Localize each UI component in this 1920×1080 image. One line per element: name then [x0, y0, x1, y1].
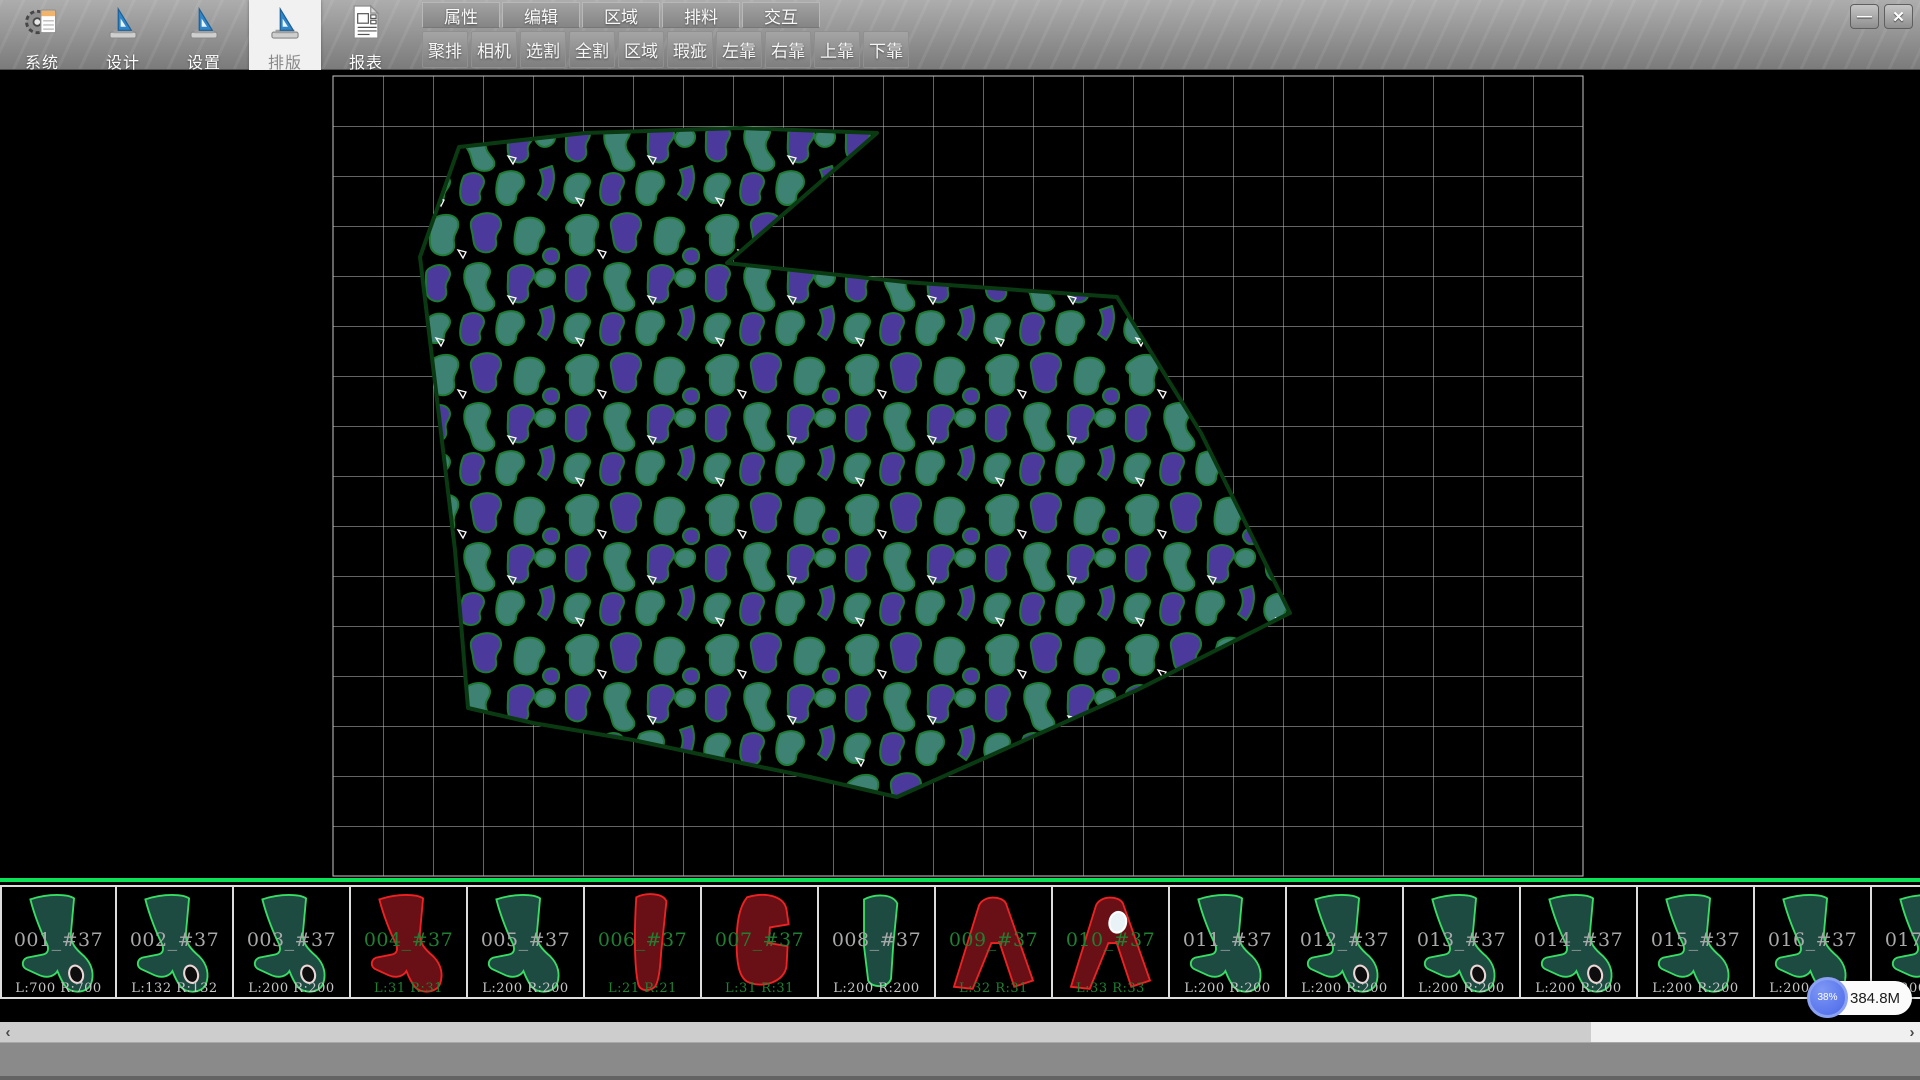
scroll-right-icon[interactable]: › — [1904, 1022, 1920, 1042]
window-controls: — ✕ — [1850, 4, 1913, 29]
app-button-label: 报表 — [349, 49, 383, 73]
piece-shape — [1408, 889, 1515, 993]
piece-thumbnail-008_#37[interactable]: 008_#37 L:200 R:200 — [819, 885, 936, 999]
piece-shape — [940, 889, 1047, 993]
piece-shape — [1876, 889, 1920, 993]
status-bar — [0, 1042, 1920, 1080]
piece-shape — [1057, 889, 1164, 993]
tool-button-瑕疵[interactable]: 瑕疵 — [667, 31, 713, 68]
tool-button-左靠[interactable]: 左靠 — [716, 31, 762, 68]
piece-shape — [355, 889, 462, 993]
app-button-排版[interactable]: 排版 — [249, 0, 321, 70]
piece-thumbnail-013_#37[interactable]: 013_#37 L:200 R:200 — [1404, 885, 1521, 999]
memory-badge[interactable]: 38% 384.8M — [1808, 981, 1912, 1015]
piece-shape — [1174, 889, 1281, 993]
piece-shape — [1525, 889, 1632, 993]
menu-button-交互[interactable]: 交互 — [742, 2, 820, 28]
piece-shape — [706, 889, 813, 993]
piece-thumbnail-003_#37[interactable]: 003_#37 L:200 R:200 — [234, 885, 351, 999]
piece-thumbnail-009_#37[interactable]: 009_#37 L:32 R:31 — [936, 885, 1053, 999]
piece-thumbnail-004_#37[interactable]: 004_#37 L:31 R:31 — [351, 885, 468, 999]
design-icon — [104, 3, 142, 41]
piece-thumbnail-010_#37[interactable]: 010_#37 L:33 R:33 — [1053, 885, 1170, 999]
tool-button-下靠[interactable]: 下靠 — [863, 31, 909, 68]
tool-button-聚排[interactable]: 聚排 — [422, 31, 468, 68]
scrollbar-thumb[interactable] — [16, 1022, 1591, 1042]
piece-thumbnail-005_#37[interactable]: 005_#37 L:200 R:200 — [468, 885, 585, 999]
settings-icon — [185, 3, 223, 41]
app-button-设计[interactable]: 设计 — [87, 0, 159, 70]
menu-button-属性[interactable]: 属性 — [422, 2, 500, 28]
memory-percent-badge: 38% — [1807, 977, 1848, 1018]
report-icon — [347, 3, 385, 41]
nesting-canvas[interactable] — [0, 70, 1920, 878]
tool-button-区域[interactable]: 区域 — [618, 31, 664, 68]
piece-thumbnail-011_#37[interactable]: 011_#37 L:200 R:200 — [1170, 885, 1287, 999]
piece-strip: 001_#37 L:700 R:700 002_#37 L:132 R:132 … — [0, 882, 1920, 1022]
menu-button-编辑[interactable]: 编辑 — [502, 2, 580, 28]
app-button-系统[interactable]: 系统 — [6, 0, 78, 70]
app-button-label: 系统 — [25, 49, 59, 73]
piece-shape — [823, 889, 930, 993]
scroll-left-icon[interactable]: ‹ — [0, 1022, 16, 1042]
nesting-drawing — [0, 70, 1920, 878]
piece-thumbnail-006_#37[interactable]: 006_#37 L:21 R:21 — [585, 885, 702, 999]
piece-thumbnail-015_#37[interactable]: 015_#37 L:200 R:200 — [1638, 885, 1755, 999]
tool-row: 聚排 相机 选割 全割 区域 瑕疵 左靠 右靠 上靠 下靠 — [422, 31, 909, 68]
piece-thumbnail-001_#37[interactable]: 001_#37 L:700 R:700 — [0, 885, 117, 999]
menu-button-排料[interactable]: 排料 — [662, 2, 740, 28]
tool-button-选割[interactable]: 选割 — [520, 31, 566, 68]
app-launcher: 系统 设计 设置 排版 报表 — [6, 0, 402, 70]
piece-shape — [472, 889, 579, 993]
piece-shape — [6, 889, 113, 993]
piece-shape — [121, 889, 228, 993]
menu-row: 属性 编辑 区域 排料 交互 — [422, 2, 820, 28]
app-button-设置[interactable]: 设置 — [168, 0, 240, 70]
tool-button-上靠[interactable]: 上靠 — [814, 31, 860, 68]
system-icon — [23, 3, 61, 41]
piece-shape — [589, 889, 696, 993]
menu-button-区域[interactable]: 区域 — [582, 2, 660, 28]
horizontal-scrollbar[interactable]: ‹ › — [0, 1022, 1920, 1042]
piece-thumbnail-014_#37[interactable]: 014_#37 L:200 R:200 — [1521, 885, 1638, 999]
app-button-报表[interactable]: 报表 — [330, 0, 402, 70]
piece-shape — [238, 889, 345, 993]
app-button-label: 设置 — [187, 49, 221, 73]
main-toolbar: 系统 设计 设置 排版 报表 属性 编辑 区域 排料 交互 聚排 相机 选割 全… — [0, 0, 1920, 70]
app-button-label: 设计 — [106, 49, 140, 73]
piece-shape — [1759, 889, 1866, 993]
tool-button-相机[interactable]: 相机 — [471, 31, 517, 68]
app-button-label: 排版 — [268, 49, 302, 73]
minimize-button[interactable]: — — [1850, 4, 1879, 29]
tool-button-右靠[interactable]: 右靠 — [765, 31, 811, 68]
close-button[interactable]: ✕ — [1884, 4, 1913, 29]
layout-icon — [266, 3, 304, 41]
piece-shape — [1642, 889, 1749, 993]
piece-thumbnail-002_#37[interactable]: 002_#37 L:132 R:132 — [117, 885, 234, 999]
piece-shape — [1291, 889, 1398, 993]
tool-button-全割[interactable]: 全割 — [569, 31, 615, 68]
piece-thumbnail-007_#37[interactable]: 007_#37 L:31 R:31 — [702, 885, 819, 999]
memory-usage-label: 384.8M — [1850, 990, 1900, 1007]
piece-thumbnail-012_#37[interactable]: 012_#37 L:200 R:200 — [1287, 885, 1404, 999]
piece-tiles: 001_#37 L:700 R:700 002_#37 L:132 R:132 … — [0, 885, 1920, 999]
